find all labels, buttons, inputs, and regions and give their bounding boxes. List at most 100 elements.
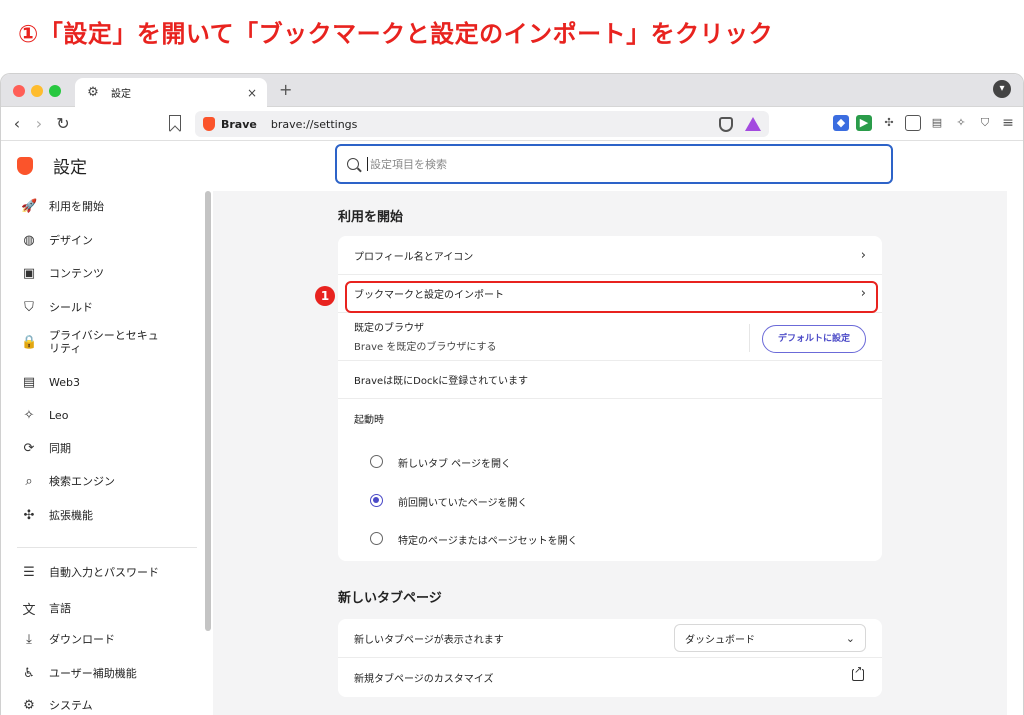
tab-strip: ⚙ 設定 × + ▾ [1, 74, 1023, 107]
shield-icon: ⛉ [24, 300, 34, 315]
tab-menu-button[interactable]: ▾ [993, 80, 1011, 98]
sidebar-item-web3[interactable]: ▤ Web3 [1, 375, 201, 390]
new-tab-card: 新しいタブページが表示されます ダッシュボード ⌄ 新規タブページのカスタマイズ [338, 619, 882, 697]
divider [749, 324, 750, 352]
dock-note-row: Braveは既にDockに登録されています [338, 360, 882, 398]
search-icon: ⌕ [25, 474, 33, 489]
brave-logo-icon [203, 117, 215, 131]
sync-icon: ⟳ [23, 441, 35, 456]
sidebar-item-label: ユーザー補助機能 [49, 667, 137, 680]
radio-new-tab[interactable] [370, 455, 383, 468]
search-input[interactable]: 設定項目を検索 [335, 144, 893, 184]
toolbar: ‹ › ↻ Brave brave://settings ◆ ▶ ✣ ▤ ✧ ⛉… [1, 107, 1023, 141]
external-link-icon[interactable] [852, 665, 864, 681]
address-url[interactable]: brave://settings [271, 118, 719, 131]
sidebar-item-leo[interactable]: ✧ Leo [1, 408, 201, 423]
radio-continue[interactable] [370, 494, 383, 507]
section-title-new-tab: 新しいタブページ [338, 591, 442, 606]
sidebar-item-label: シールド [49, 301, 93, 314]
sidebar-item-label: 同期 [49, 442, 71, 455]
download-icon: ⤓ [26, 632, 32, 647]
reload-button[interactable]: ↻ [53, 114, 73, 133]
new-tab-button[interactable]: + [279, 80, 292, 99]
settings-sidebar: 🚀 利用を開始 ◍ デザイン ▣ コンテンツ ⛉ シールド 🔒 プライバシーとセ… [1, 189, 201, 715]
settings-header: 設定 [17, 153, 87, 178]
annotation-highlight [345, 281, 878, 313]
sidebar-item-label: 言語 [49, 602, 71, 615]
sidebar-item-content[interactable]: ▣ コンテンツ [1, 266, 201, 281]
search-placeholder: 設定項目を検索 [370, 158, 447, 171]
tab-label: 設定 [111, 89, 131, 100]
bat-rewards-icon[interactable] [745, 117, 761, 131]
sidebar-item-downloads[interactable]: ⤓ ダウンロード [1, 632, 201, 647]
customize-new-tab-row[interactable]: 新規タブページのカスタマイズ [338, 657, 882, 697]
extension-icon[interactable]: ◆ [833, 115, 849, 131]
startup-title: 起動時 [354, 414, 384, 426]
close-tab-icon[interactable]: × [247, 86, 257, 100]
sidebar-item-extensions[interactable]: ✣ 拡張機能 [1, 508, 201, 523]
sidebar-item-label: 利用を開始 [49, 200, 104, 213]
sidebar-item-languages[interactable]: 文 言語 [1, 599, 201, 618]
default-browser-title: 既定のブラウザ [354, 323, 424, 334]
brave-logo-icon [17, 156, 33, 175]
sidebar-item-privacy[interactable]: 🔒 プライバシーとセキュリティ [1, 329, 181, 355]
default-browser-subtitle: Brave を既定のブラウザにする [354, 342, 497, 353]
content-icon: ▣ [22, 266, 36, 281]
address-brand: Brave [221, 117, 257, 131]
minimize-window-button[interactable] [31, 85, 43, 97]
back-button[interactable]: ‹ [7, 114, 27, 133]
puzzle-icon[interactable]: ✣ [881, 115, 897, 131]
sidebar-item-sync[interactable]: ⟳ 同期 [1, 441, 201, 456]
accessibility-icon: ♿ [23, 666, 35, 681]
zoom-window-button[interactable] [49, 85, 61, 97]
profile-row[interactable]: プロフィール名とアイコン › [338, 236, 882, 274]
tab-settings[interactable]: ⚙ 設定 × [75, 78, 267, 107]
annotation-badge: 1 [315, 286, 335, 306]
radio-label-new-tab: 新しいタブ ページを開く [398, 459, 511, 470]
brave-shields-icon[interactable] [719, 116, 733, 132]
forward-button[interactable]: › [29, 114, 49, 133]
sidebar-item-label: 検索エンジン [49, 475, 115, 488]
wallet-icon: ▤ [22, 375, 36, 390]
gear-icon: ⚙ [23, 698, 35, 713]
sidebar-item-label: ダウンロード [49, 633, 115, 646]
sidebar-item-label: 自動入力とパスワード [49, 566, 159, 579]
sidebar-scrollbar[interactable] [205, 191, 211, 631]
gear-icon: ⚙ [87, 84, 99, 100]
sidebar-toggle-icon[interactable] [905, 115, 921, 131]
settings-content: 利用を開始 プロフィール名とアイコン › ブックマークと設定のインポート › 既… [213, 191, 1007, 715]
sidebar-item-system[interactable]: ⚙ システム [1, 698, 201, 713]
chevron-down-icon: ⌄ [845, 631, 855, 645]
radio-specific-pages[interactable] [370, 532, 383, 545]
text-caret [367, 157, 368, 171]
menu-icon[interactable]: ≡ [1000, 115, 1016, 131]
wallet-icon[interactable]: ▤ [929, 115, 945, 131]
leo-icon[interactable]: ✧ [953, 115, 969, 131]
sidebar-item-getting-started[interactable]: 🚀 利用を開始 [1, 199, 201, 214]
dock-note: Braveは既にDockに登録されています [354, 375, 528, 387]
settings-page: 設定 設定項目を検索 🚀 利用を開始 ◍ デザイン ▣ コンテンツ ⛉ シールド [1, 141, 1023, 715]
set-default-button[interactable]: デフォルトに設定 [762, 325, 866, 353]
puzzle-icon: ✣ [23, 508, 35, 523]
new-tab-select[interactable]: ダッシュボード ⌄ [674, 624, 866, 652]
close-window-button[interactable] [13, 85, 25, 97]
sidebar-item-label: Leo [49, 409, 69, 422]
sidebar-item-accessibility[interactable]: ♿ ユーザー補助機能 [1, 666, 201, 681]
extension-icon[interactable]: ▶ [856, 115, 872, 131]
sidebar-item-label: Web3 [49, 376, 80, 389]
sidebar-item-autofill[interactable]: ☰ 自動入力とパスワード [1, 565, 201, 580]
address-bar[interactable]: Brave brave://settings [195, 111, 769, 137]
page-title: 設定 [53, 158, 87, 178]
profile-row-label: プロフィール名とアイコン [354, 251, 474, 263]
startup-row: 起動時 [338, 398, 882, 438]
list-icon: ☰ [23, 565, 35, 580]
radio-label-specific-pages: 特定のページまたはページセットを開く [398, 536, 578, 547]
sidebar-item-search-engine[interactable]: ⌕ 検索エンジン [1, 474, 201, 489]
sidebar-item-design[interactable]: ◍ デザイン [1, 233, 201, 248]
palette-icon: ◍ [23, 233, 35, 248]
sidebar-item-label: 拡張機能 [49, 509, 93, 522]
sidebar-item-label: プライバシーとセキュリティ [49, 329, 159, 355]
sidebar-item-shields[interactable]: ⛉ シールド [1, 300, 201, 315]
bookmark-icon[interactable] [169, 115, 181, 131]
vpn-icon[interactable]: ⛉ [977, 115, 993, 131]
